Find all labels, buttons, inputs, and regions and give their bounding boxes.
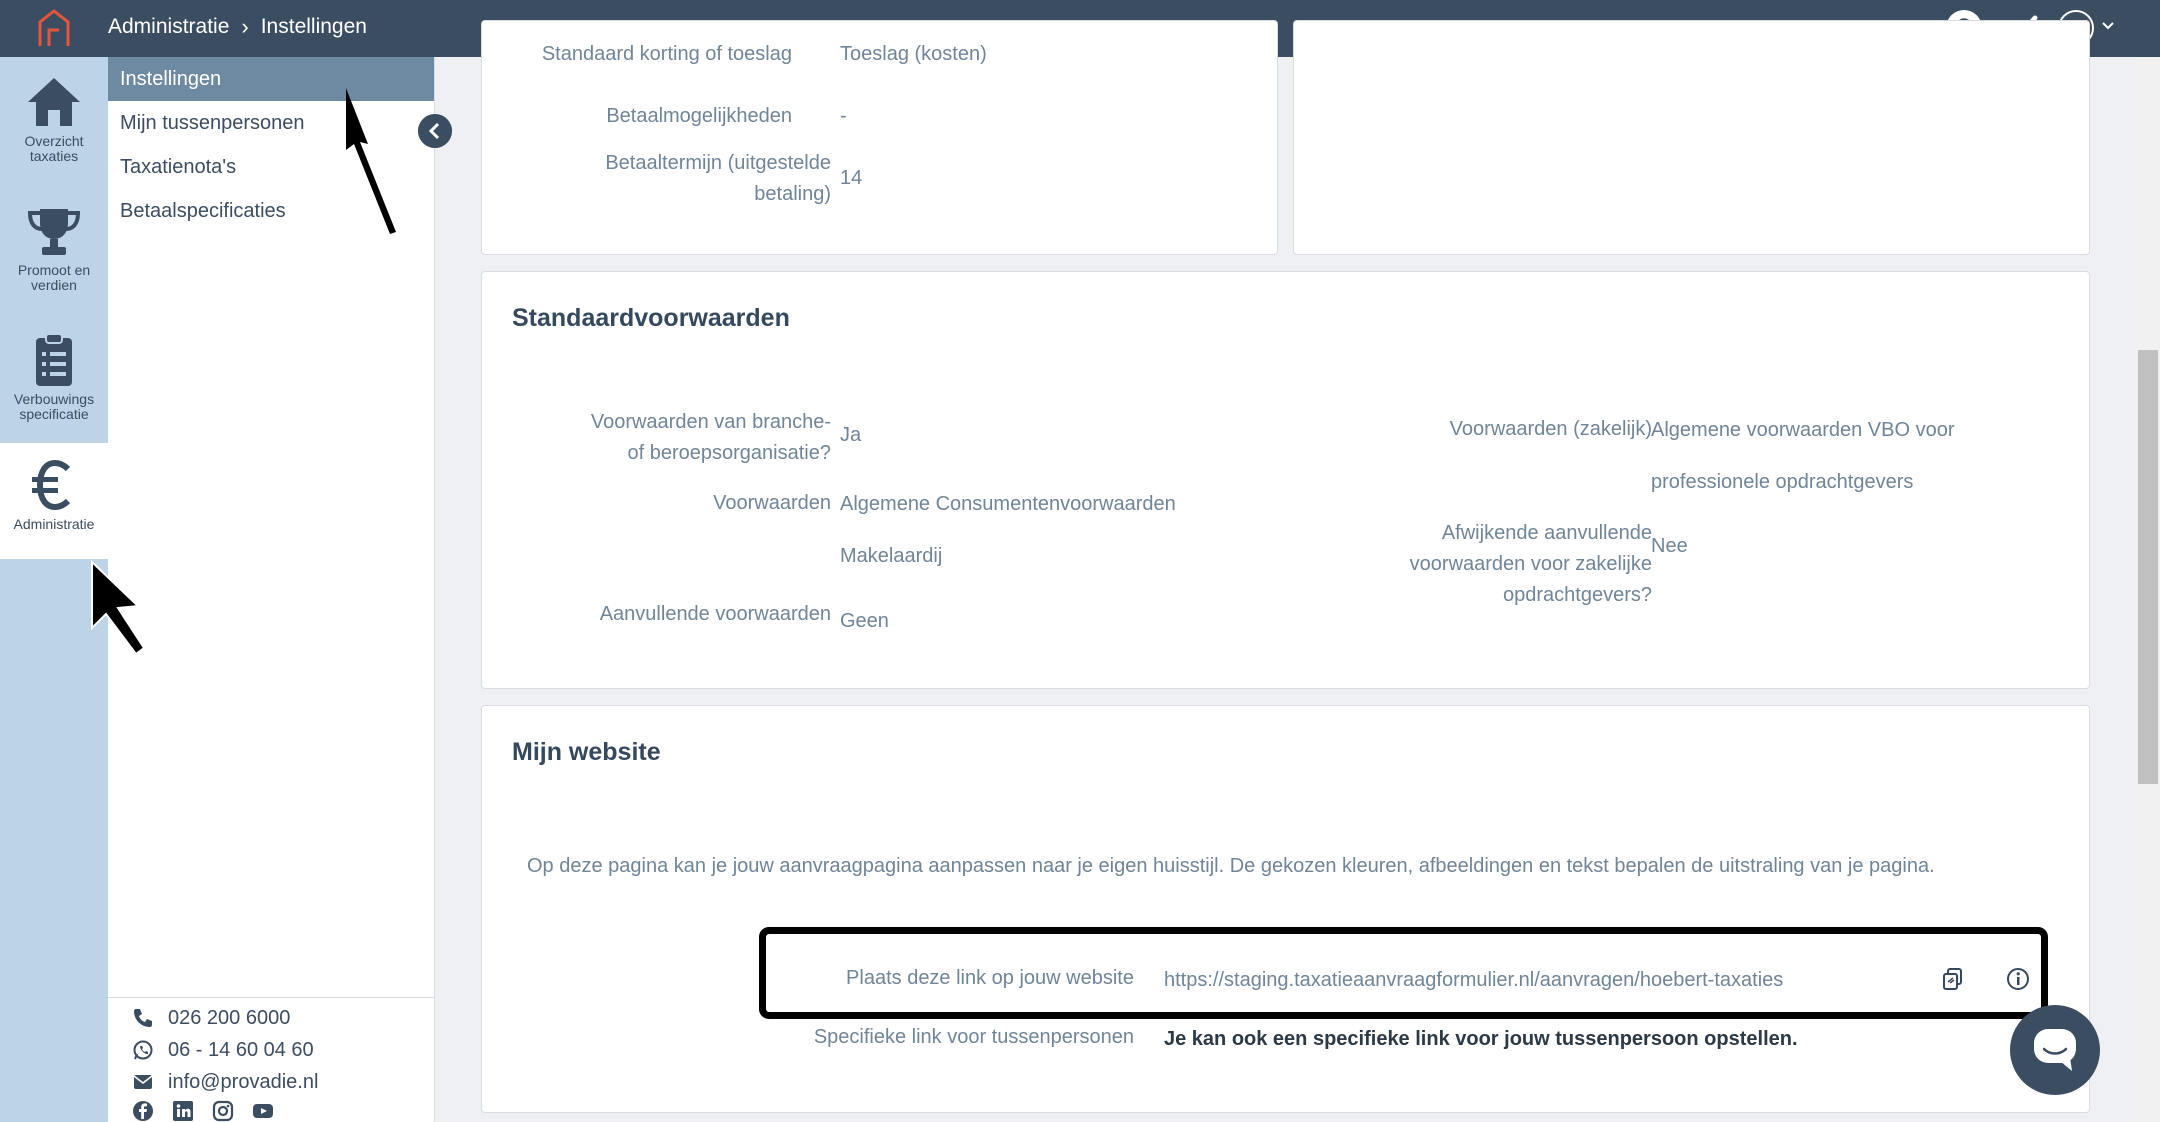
- clipboard-icon: [36, 333, 72, 386]
- specific-link-value: Je kan ook een specifieke link voor jouw…: [1164, 1028, 1798, 1050]
- terms-title: Standaardvoorwaarden: [512, 304, 790, 332]
- euro-icon: [32, 459, 71, 511]
- chat-widget-button[interactable]: [2010, 1005, 2138, 1095]
- business-terms-value: Algemene voorwaarden VBO voor profession…: [1651, 419, 1955, 493]
- linkedin-icon[interactable]: [172, 1100, 194, 1122]
- rail-item-label: Administratie: [13, 516, 95, 532]
- rail-item-promoot[interactable]: Promoot en verdien: [0, 203, 108, 293]
- business-terms-label: Voorwaarden (zakelijk): [1449, 418, 1652, 440]
- discount-value: Toeslag (kosten): [840, 43, 987, 65]
- provadie-logo[interactable]: [36, 8, 72, 48]
- whatsapp-icon: [133, 1040, 153, 1060]
- branch-terms-label: Voorwaarden van branche- of beroepsorgan…: [590, 411, 831, 464]
- annotation-cursor-icon: [91, 559, 146, 656]
- contact-whatsapp[interactable]: 06 - 14 60 04 60: [108, 1034, 434, 1066]
- collapse-sidebar-button[interactable]: [418, 114, 452, 148]
- payment-methods-value: -: [840, 105, 847, 127]
- contact-phone-text: 026 200 6000: [168, 1006, 291, 1029]
- specific-link-label: Specifieke link voor tussenpersonen: [813, 1026, 1134, 1048]
- payment-methods-label: Betaalmogelijkheden: [606, 105, 792, 127]
- breadcrumb: Administratie › Instellingen: [108, 14, 367, 40]
- discount-label: Standaard korting of toeslag: [541, 43, 792, 65]
- breadcrumb-administratie[interactable]: Administratie: [108, 15, 229, 39]
- breadcrumb-instellingen: Instellingen: [260, 15, 367, 38]
- rail-item-verbouwing[interactable]: Verbouwings specificatie: [0, 332, 108, 422]
- payment-term-label: Betaaltermijn (uitgestelde betaling): [605, 152, 831, 205]
- conditions-value: Algemene Consumentenvoorwaarden Makelaar…: [840, 493, 1176, 567]
- payment-settings-card: Standaard korting of toeslag Toeslag (ko…: [481, 20, 1278, 255]
- contact-whatsapp-text: 06 - 14 60 04 60: [168, 1038, 314, 1061]
- chevron-down-icon[interactable]: [2100, 18, 2116, 34]
- envelope-icon: [133, 1075, 153, 1089]
- annotation-arrow-icon: [346, 88, 396, 234]
- rail-item-label: Promoot en verdien: [17, 262, 91, 293]
- rail-item-label: Verbouwings specificatie: [13, 391, 95, 422]
- chevron-right-icon: ›: [241, 14, 249, 39]
- home-icon: [28, 78, 80, 126]
- social-links: [108, 1100, 434, 1122]
- youtube-icon[interactable]: [252, 1100, 274, 1122]
- contact-email-text: info@provadie.nl: [168, 1070, 319, 1093]
- rail-item-administratie[interactable]: Administratie: [0, 443, 108, 559]
- branch-terms-value: Ja: [840, 424, 862, 446]
- terms-card: Standaardvoorwaarden Voorwaarden van bra…: [481, 271, 2090, 689]
- phone-icon: [134, 1009, 152, 1027]
- extra-terms-label: Aanvullende voorwaarden: [599, 603, 831, 625]
- rail-item-overzicht[interactable]: Overzicht taxaties: [0, 74, 108, 164]
- contact-phone[interactable]: 026 200 6000: [108, 1002, 434, 1034]
- chat-bubble-icon: [2010, 1005, 2100, 1095]
- scrollbar-thumb[interactable]: [2138, 350, 2158, 784]
- extra-terms-value: Geen: [840, 610, 889, 632]
- facebook-icon[interactable]: [132, 1100, 154, 1122]
- website-title: Mijn website: [512, 738, 661, 766]
- payment-term-value: 14: [840, 167, 863, 189]
- empty-card: [1293, 20, 2090, 255]
- rail-item-label: Overzicht taxaties: [24, 133, 84, 164]
- contact-email[interactable]: info@provadie.nl: [108, 1066, 434, 1098]
- website-intro: Op deze pagina kan je jouw aanvraagpagin…: [527, 855, 1935, 877]
- instagram-icon[interactable]: [212, 1100, 234, 1122]
- contact-info: 026 200 6000 06 - 14 60 04 60 info@prova…: [108, 997, 434, 1122]
- deviating-terms-label: Afwijkende aanvullende voorwaarden voor …: [1409, 522, 1652, 606]
- deviating-terms-value: Nee: [1651, 535, 1688, 557]
- highlight-box: [759, 927, 2048, 1019]
- conditions-label: Voorwaarden: [713, 492, 831, 514]
- trophy-icon: [27, 209, 81, 255]
